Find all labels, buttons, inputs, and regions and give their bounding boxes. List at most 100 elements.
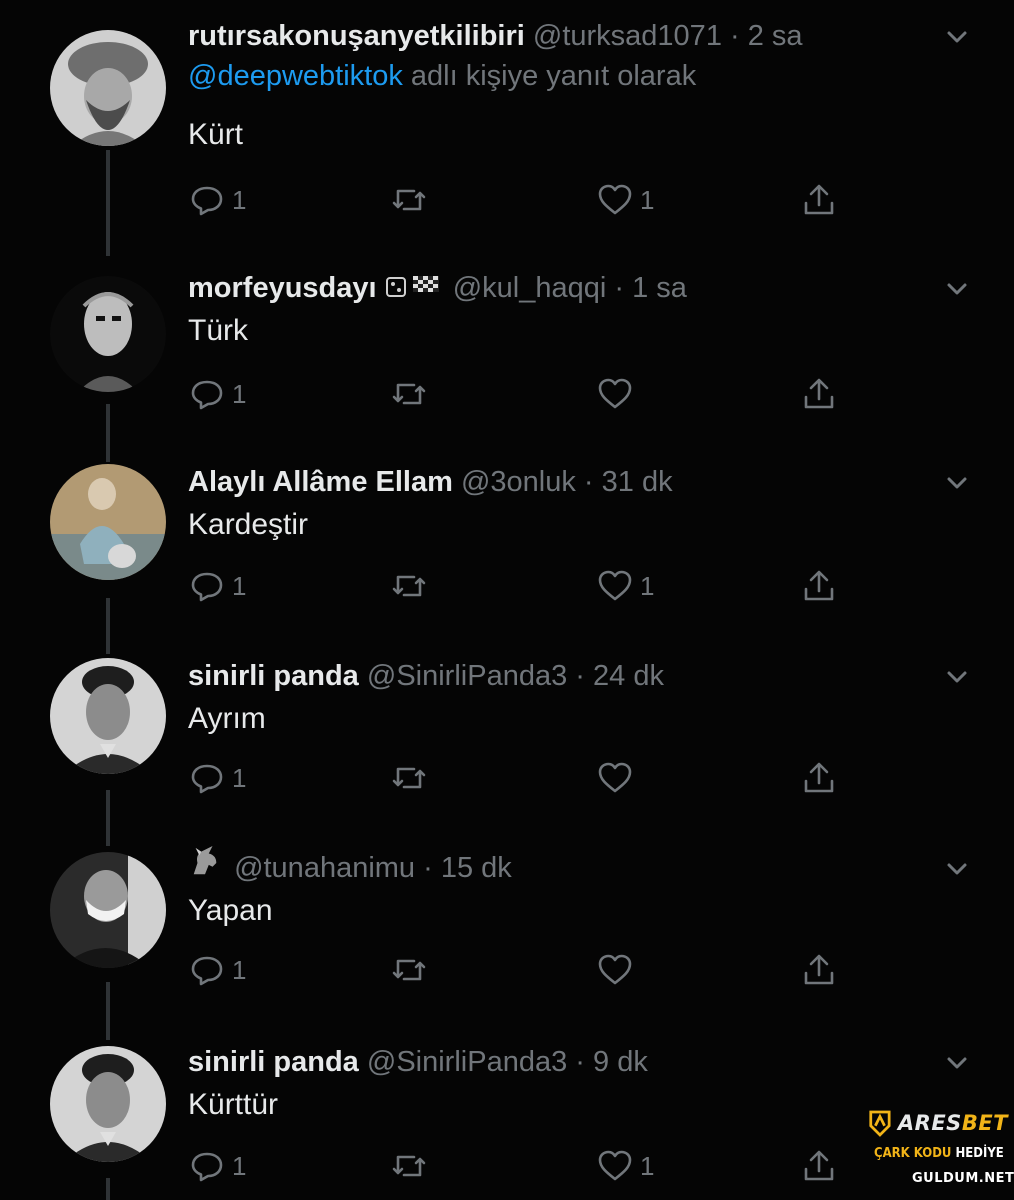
share-button[interactable] [800, 566, 838, 606]
retweet-icon [392, 189, 426, 211]
reply-button[interactable]: 1 [188, 374, 246, 414]
heart-icon [598, 570, 632, 601]
chevron-down-icon[interactable] [940, 20, 974, 54]
tweet-text: Türk [188, 314, 248, 347]
tweet-header: Alaylı Allâme Ellam @3onluk · 31 dk [188, 458, 673, 506]
reply-thread: rutırsakonuşanyetkilibiri @turksad1071 ·… [0, 0, 1014, 1200]
chevron-down-icon[interactable] [940, 660, 974, 694]
like-button[interactable]: 1 [596, 1146, 654, 1186]
avatar-image [50, 852, 166, 968]
chevron-down-icon[interactable] [940, 1046, 974, 1080]
timestamp[interactable]: 1 sa [632, 272, 687, 304]
reply-button[interactable]: 1 [188, 758, 246, 798]
timestamp[interactable]: 2 sa [748, 20, 803, 52]
user-handle[interactable]: @tunahanimu [234, 852, 415, 884]
retweet-button[interactable] [390, 180, 428, 220]
share-icon [804, 184, 834, 215]
heart-icon [598, 954, 632, 985]
reply-icon [191, 186, 223, 216]
separator: · [575, 660, 585, 692]
reply-icon [191, 764, 223, 794]
user-handle[interactable]: @SinirliPanda3 [367, 660, 567, 692]
retweet-button[interactable] [390, 566, 428, 606]
display-name[interactable]: rutırsakonuşanyetkilibiri [188, 20, 525, 52]
chevron-down-icon[interactable] [940, 466, 974, 500]
separator: · [575, 1046, 585, 1078]
chevron-down-icon[interactable] [940, 272, 974, 306]
brand-name-accent: BET [961, 1111, 1008, 1135]
share-button[interactable] [800, 950, 838, 990]
separator: · [730, 20, 740, 52]
like-button[interactable]: 1 [596, 180, 654, 220]
share-icon [804, 570, 834, 601]
thread-connector [106, 598, 110, 654]
like-count: 1 [640, 1150, 655, 1181]
brand-row: ARESBET [868, 1108, 1008, 1138]
retweet-button[interactable] [390, 950, 428, 990]
thread-connector [106, 1178, 110, 1200]
mention-link[interactable]: @deepwebtiktok [188, 60, 403, 92]
tweet-actions: 1 1 [188, 1146, 848, 1186]
avatar[interactable] [50, 658, 166, 774]
display-name[interactable]: sinirli panda [188, 1046, 359, 1078]
heart-icon [598, 378, 632, 409]
chevron-down-icon[interactable] [940, 852, 974, 886]
aresbet-logo-icon [869, 1110, 891, 1137]
like-button[interactable] [596, 374, 640, 414]
separator: · [423, 852, 433, 884]
tweet-header: sinirli panda @SinirliPanda3 · 9 dk [188, 1038, 648, 1086]
user-handle[interactable]: @turksad1071 [533, 20, 722, 52]
reply-button[interactable]: 1 [188, 1146, 246, 1186]
avatar[interactable] [50, 1046, 166, 1162]
share-icon [804, 954, 834, 985]
share-button[interactable] [800, 758, 838, 798]
display-name[interactable]: Alaylı Allâme Ellam [188, 466, 453, 498]
share-button[interactable] [800, 1146, 838, 1186]
retweet-button[interactable] [390, 374, 428, 414]
display-name[interactable]: sinirli panda [188, 660, 359, 692]
watermark: ARESBET ÇARK KODU HEDİYE GULDUM.NET [868, 1108, 1014, 1196]
retweet-icon [392, 575, 426, 597]
reply-count: 1 [232, 184, 247, 215]
reply-icon [191, 956, 223, 986]
reply-button[interactable]: 1 [188, 950, 246, 990]
reply-button[interactable]: 1 [188, 566, 246, 606]
reply-button[interactable]: 1 [188, 180, 246, 220]
avatar[interactable] [50, 30, 166, 146]
tweet-text: Yapan [188, 894, 273, 927]
user-handle[interactable]: @3onluk [461, 466, 576, 498]
heart-icon [598, 1150, 632, 1181]
share-button[interactable] [800, 180, 838, 220]
like-button[interactable]: 1 [596, 566, 654, 606]
retweet-icon [392, 383, 426, 405]
timestamp[interactable]: 15 dk [441, 852, 512, 884]
tweet-actions: 1 [188, 950, 848, 990]
share-icon [804, 762, 834, 793]
retweet-button[interactable] [390, 1146, 428, 1186]
retweet-button[interactable] [390, 758, 428, 798]
avatar[interactable] [50, 276, 166, 392]
tweet-actions: 1 [188, 374, 848, 414]
share-button[interactable] [800, 374, 838, 414]
share-icon [804, 1150, 834, 1181]
user-handle[interactable]: @kul_haqqi [453, 272, 607, 304]
avatar-image [50, 658, 166, 774]
timestamp[interactable]: 31 dk [602, 466, 673, 498]
display-name[interactable]: morfeyusdayı [188, 272, 377, 304]
like-button[interactable] [596, 758, 640, 798]
avatar[interactable] [50, 464, 166, 580]
avatar-image [50, 1046, 166, 1162]
retweet-icon [392, 767, 426, 789]
reply-icon [191, 1152, 223, 1182]
like-count: 1 [640, 184, 655, 215]
timestamp[interactable]: 9 dk [593, 1046, 648, 1078]
reply-count: 1 [232, 954, 247, 985]
separator: · [614, 272, 625, 304]
promo-suffix: HEDİYE [955, 1146, 1004, 1161]
timestamp[interactable]: 24 dk [593, 660, 664, 692]
tweet-text: Kürttür [188, 1088, 279, 1121]
avatar[interactable] [50, 852, 166, 968]
user-handle[interactable]: @SinirliPanda3 [367, 1046, 567, 1078]
avatar-image [50, 464, 166, 580]
like-button[interactable] [596, 950, 640, 990]
